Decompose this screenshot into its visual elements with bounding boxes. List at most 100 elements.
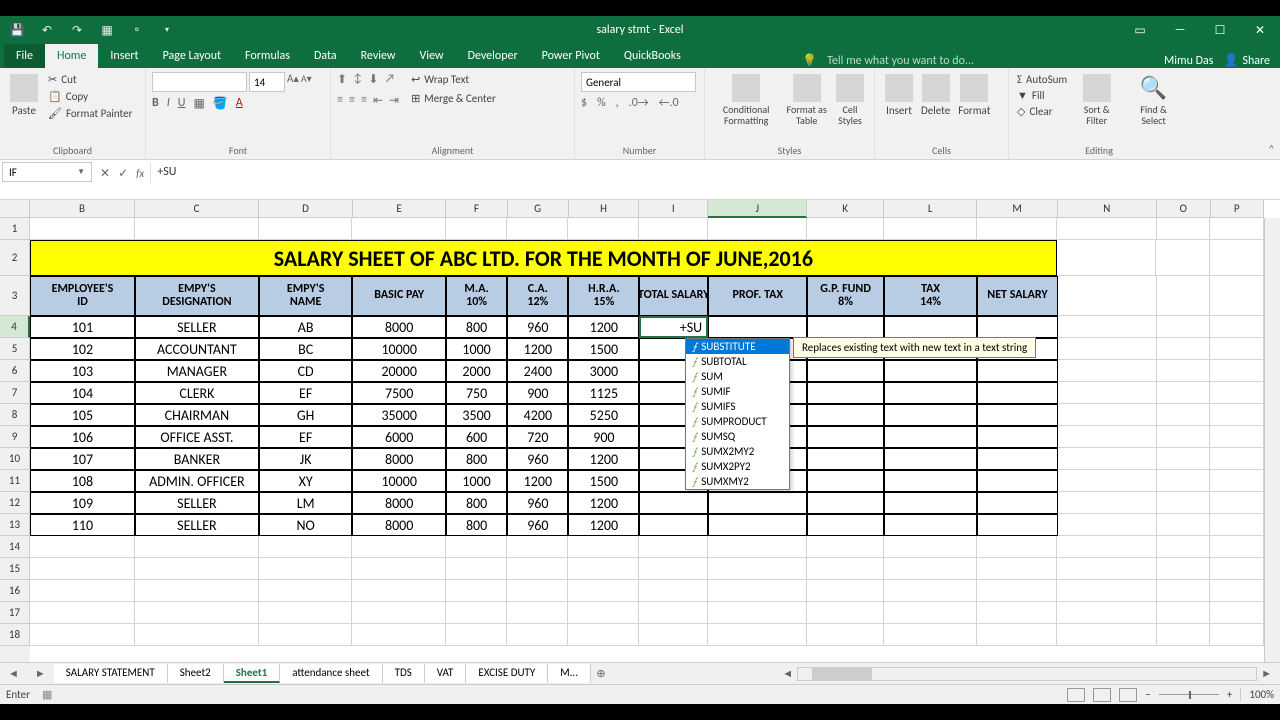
cell[interactable] (708, 558, 807, 580)
fill-color-icon[interactable]: 🪣 (213, 96, 228, 111)
row-header[interactable]: 14 (0, 536, 30, 558)
row-header[interactable]: 16 (0, 580, 30, 602)
underline-button[interactable]: U (178, 96, 186, 111)
column-header[interactable]: P (1211, 200, 1265, 218)
cell[interactable] (30, 536, 135, 558)
cell[interactable] (507, 624, 568, 646)
row-header[interactable]: 17 (0, 602, 30, 624)
cell[interactable] (807, 218, 883, 240)
cell[interactable] (807, 360, 883, 382)
cell[interactable]: 1500 (568, 338, 639, 360)
cell[interactable] (708, 602, 807, 624)
sheet-tab[interactable]: EXCISE DUTY (466, 664, 548, 683)
cell[interactable]: 8000 (352, 448, 446, 470)
cell[interactable]: MANAGER (135, 360, 259, 382)
cell[interactable] (1210, 404, 1264, 426)
cell[interactable] (1157, 360, 1211, 382)
autocomplete-item[interactable]: ⨍SUMXMY2 (686, 474, 789, 489)
cell[interactable]: GH (259, 404, 353, 426)
cell[interactable]: CHAIRMAN (135, 404, 259, 426)
tab-home[interactable]: Home (45, 44, 98, 68)
cell[interactable] (507, 602, 568, 624)
cell[interactable] (1157, 580, 1211, 602)
column-header[interactable]: O (1157, 200, 1211, 218)
cell[interactable]: 960 (507, 316, 568, 338)
cell[interactable] (708, 218, 807, 240)
enter-formula-icon[interactable]: ✓ (118, 166, 128, 181)
autocomplete-item[interactable]: ⨍SUMX2PY2 (686, 459, 789, 474)
cell[interactable] (1210, 360, 1264, 382)
cell[interactable] (1157, 382, 1211, 404)
cell[interactable] (977, 536, 1057, 558)
cell[interactable] (446, 536, 507, 558)
cell[interactable] (1057, 602, 1156, 624)
cell[interactable] (807, 404, 883, 426)
cancel-formula-icon[interactable]: ✕ (100, 166, 110, 181)
row-header[interactable]: 9 (0, 426, 30, 448)
autosum-button[interactable]: ΣAutoSum (1015, 72, 1069, 87)
column-headers[interactable]: BCDEFGHIJKLMNOP (30, 200, 1264, 218)
tab-review[interactable]: Review (349, 44, 408, 68)
cell[interactable]: 101 (30, 316, 135, 338)
comma-icon[interactable]: , (616, 96, 619, 110)
cell[interactable]: 8000 (352, 514, 446, 536)
cell[interactable] (807, 580, 883, 602)
row-header[interactable]: 6 (0, 360, 30, 382)
cell[interactable]: BASIC PAY (352, 276, 446, 316)
undo-icon[interactable]: ↶ (38, 21, 56, 39)
zoom-in-icon[interactable]: + (1227, 688, 1232, 701)
cell[interactable]: 960 (507, 514, 568, 536)
cell[interactable] (1058, 316, 1157, 338)
cut-button[interactable]: ✂Cut (46, 72, 134, 87)
cell[interactable] (259, 602, 353, 624)
cell[interactable]: C.A.12% (507, 276, 568, 316)
cell[interactable] (30, 580, 135, 602)
scroll-right-icon[interactable]: ► (1257, 667, 1276, 681)
cell[interactable] (807, 602, 883, 624)
cell[interactable] (1157, 536, 1211, 558)
cell[interactable] (259, 624, 353, 646)
row-header[interactable]: 1 (0, 218, 30, 240)
cell[interactable]: 106 (30, 426, 135, 448)
decrease-decimal-icon[interactable]: ←.0 (659, 96, 679, 110)
align-center-icon[interactable]: ≡ (349, 93, 355, 108)
cell[interactable]: SELLER (135, 492, 259, 514)
cell[interactable]: LM (259, 492, 353, 514)
cell[interactable] (1057, 558, 1156, 580)
row-header[interactable]: 4 (0, 316, 30, 338)
row-header[interactable]: 18 (0, 624, 30, 646)
cell[interactable] (1157, 218, 1211, 240)
align-right-icon[interactable]: ≡ (361, 93, 367, 108)
close-icon[interactable]: ✕ (1240, 16, 1280, 44)
cell[interactable]: TAX14% (884, 276, 978, 316)
cell[interactable] (259, 218, 353, 240)
cell[interactable]: 104 (30, 382, 135, 404)
cell[interactable] (135, 558, 259, 580)
cell[interactable]: ACCOUNTANT (135, 338, 259, 360)
cell[interactable] (884, 580, 978, 602)
sheet-tab[interactable]: attendance sheet (280, 664, 382, 683)
cell[interactable] (568, 218, 639, 240)
cell[interactable] (1058, 470, 1157, 492)
cell[interactable] (884, 558, 978, 580)
percent-icon[interactable]: % (597, 96, 606, 110)
cell[interactable]: 2000 (446, 360, 507, 382)
indent-inc-icon[interactable]: ⇥ (389, 93, 399, 108)
cell[interactable] (977, 316, 1057, 338)
formula-autocomplete[interactable]: ⨍SUBSTITUTE⨍SUBTOTAL⨍SUM⨍SUMIF⨍SUMIFS⨍SU… (685, 338, 790, 490)
cell[interactable] (977, 360, 1057, 382)
cell[interactable] (446, 624, 507, 646)
cell[interactable]: 105 (30, 404, 135, 426)
cell[interactable] (884, 426, 978, 448)
cell[interactable]: NET SALARY (977, 276, 1057, 316)
insert-cells-button[interactable]: Insert (881, 72, 917, 119)
cell[interactable] (1210, 514, 1264, 536)
cell[interactable]: 960 (507, 492, 568, 514)
cell[interactable] (884, 470, 978, 492)
cell[interactable] (259, 558, 353, 580)
cell[interactable] (977, 602, 1057, 624)
cell[interactable]: BANKER (135, 448, 259, 470)
redo-icon[interactable]: ↷ (68, 21, 86, 39)
align-left-icon[interactable]: ≡ (337, 93, 343, 108)
cell[interactable]: 1000 (446, 338, 507, 360)
